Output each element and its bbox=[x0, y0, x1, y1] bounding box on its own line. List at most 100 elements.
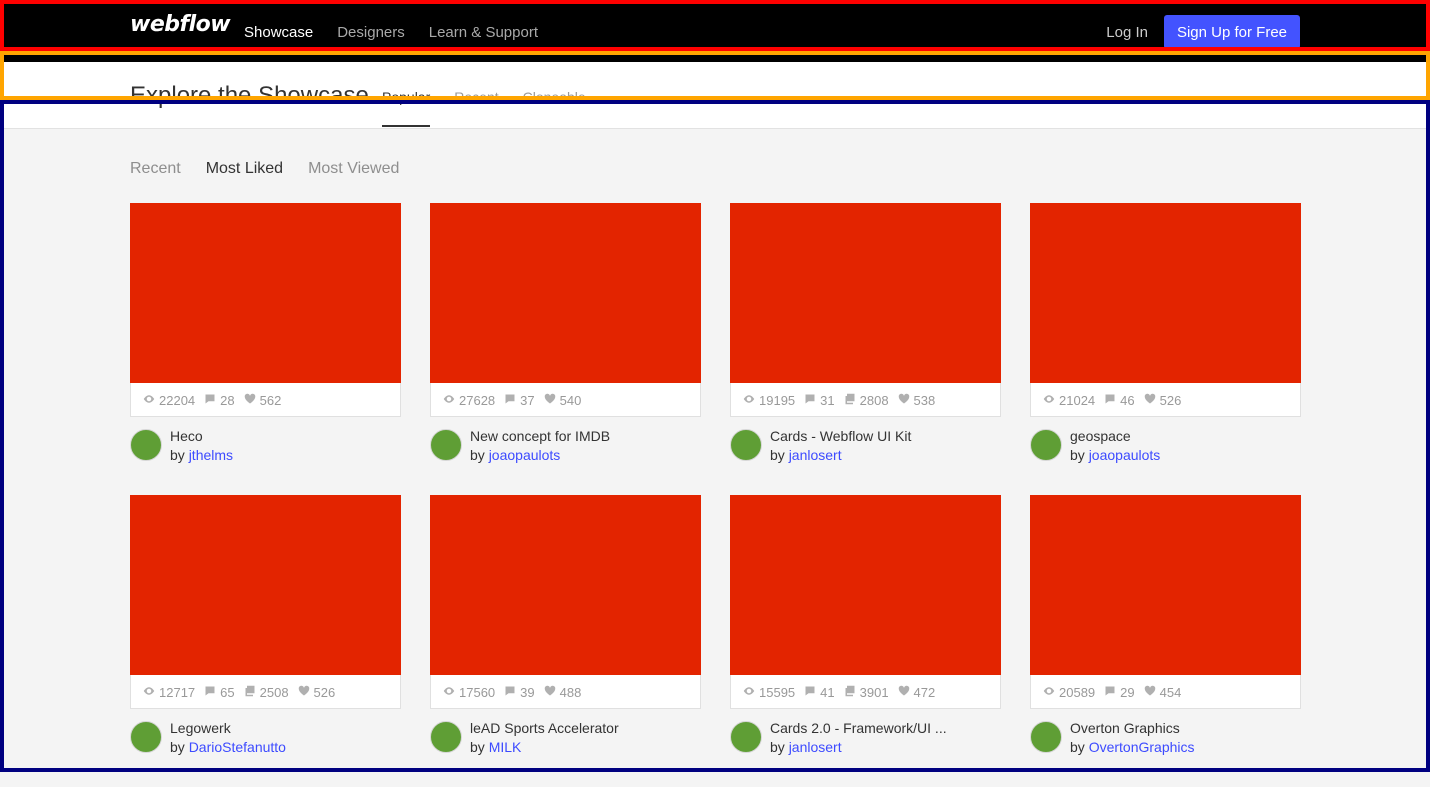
showcase-card[interactable]: 15595 41 3901 472 Cards 2.0 - Framework/UI … bbox=[730, 495, 1001, 787]
tab-recent[interactable]: Recent bbox=[454, 89, 498, 127]
card-preview-image[interactable] bbox=[430, 203, 701, 383]
avatar[interactable] bbox=[1030, 429, 1062, 461]
showcase-card[interactable]: 12717 65 2508 526 Legowerk by DarioStefanut… bbox=[130, 495, 401, 787]
card-author: leAD Sports Accelerator by MILK bbox=[430, 719, 619, 755]
showcase-card[interactable]: 20589 29 454 Overton Graphics by OvertonGr… bbox=[1030, 495, 1301, 787]
comments-stat: 29 bbox=[1104, 685, 1135, 700]
card-title[interactable]: leAD Sports Accelerator bbox=[470, 719, 619, 738]
author-link[interactable]: DarioStefanutto bbox=[189, 739, 286, 755]
nav-links: Showcase Designers Learn & Support bbox=[244, 24, 538, 41]
heart-icon[interactable] bbox=[544, 393, 556, 408]
comments-stat: 28 bbox=[204, 393, 235, 408]
card-author: New concept for IMDB by joaopaulots bbox=[430, 427, 610, 463]
signup-button[interactable]: Sign Up for Free bbox=[1164, 15, 1300, 49]
showcase-card[interactable]: 17560 39 488 leAD Sports Accelerator by MI… bbox=[430, 495, 701, 787]
card-thumbnail[interactable]: 20589 29 454 bbox=[1030, 495, 1301, 709]
comments-stat: 65 bbox=[204, 685, 235, 700]
avatar[interactable] bbox=[430, 429, 462, 461]
card-title[interactable]: New concept for IMDB bbox=[470, 427, 610, 446]
card-thumbnail[interactable]: 22204 28 562 bbox=[130, 203, 401, 417]
clone-icon bbox=[844, 685, 856, 700]
card-preview-image[interactable] bbox=[730, 203, 1001, 383]
author-link[interactable]: OvertonGraphics bbox=[1089, 739, 1195, 755]
filter-recent[interactable]: Recent bbox=[130, 160, 181, 178]
nav-learn-support[interactable]: Learn & Support bbox=[429, 24, 538, 41]
filter-most-viewed[interactable]: Most Viewed bbox=[308, 160, 399, 178]
heart-icon[interactable] bbox=[244, 393, 256, 408]
avatar[interactable] bbox=[430, 721, 462, 753]
card-preview-image[interactable] bbox=[730, 495, 1001, 675]
avatar[interactable] bbox=[130, 429, 162, 461]
comments-stat: 41 bbox=[804, 685, 835, 700]
card-preview-image[interactable] bbox=[130, 495, 401, 675]
heart-icon[interactable] bbox=[898, 685, 910, 700]
by-label: by bbox=[770, 739, 785, 755]
likes-stat: 526 bbox=[298, 685, 335, 700]
heart-icon[interactable] bbox=[1144, 685, 1156, 700]
card-thumbnail[interactable]: 12717 65 2508 526 bbox=[130, 495, 401, 709]
showcase-grid: 22204 28 562 Heco by jthelms 27628 37 540 Ne… bbox=[130, 203, 1301, 787]
by-label: by bbox=[170, 739, 185, 755]
card-stats: 17560 39 488 bbox=[443, 685, 581, 700]
card-title[interactable]: Legowerk bbox=[170, 719, 286, 738]
author-link[interactable]: janlosert bbox=[789, 739, 842, 755]
card-preview-image[interactable] bbox=[1030, 495, 1301, 675]
author-link[interactable]: joaopaulots bbox=[1089, 447, 1161, 463]
card-preview-image[interactable] bbox=[1030, 203, 1301, 383]
avatar[interactable] bbox=[730, 429, 762, 461]
avatar[interactable] bbox=[730, 721, 762, 753]
showcase-card[interactable]: 19195 31 2808 538 Cards - Webflow UI Kit by… bbox=[730, 203, 1001, 495]
nav-showcase[interactable]: Showcase bbox=[244, 24, 313, 41]
login-link[interactable]: Log In bbox=[1106, 24, 1148, 41]
showcase-card[interactable]: 21024 46 526 geospace by joaopaulots bbox=[1030, 203, 1301, 495]
clones-stat: 2808 bbox=[844, 393, 889, 408]
card-thumbnail[interactable]: 15595 41 3901 472 bbox=[730, 495, 1001, 709]
views-stat: 27628 bbox=[443, 393, 495, 408]
showcase-card[interactable]: 22204 28 562 Heco by jthelms bbox=[130, 203, 401, 495]
views-stat: 12717 bbox=[143, 685, 195, 700]
tab-popular[interactable]: Popular bbox=[382, 89, 431, 127]
card-title[interactable]: Heco bbox=[170, 427, 233, 446]
likes-stat: 472 bbox=[898, 685, 935, 700]
comments-stat: 46 bbox=[1104, 393, 1135, 408]
card-preview-image[interactable] bbox=[130, 203, 401, 383]
likes-stat: 562 bbox=[244, 393, 281, 408]
comments-stat: 31 bbox=[804, 393, 835, 408]
card-stats: 22204 28 562 bbox=[143, 393, 281, 408]
card-thumbnail[interactable]: 19195 31 2808 538 bbox=[730, 203, 1001, 417]
card-thumbnail[interactable]: 17560 39 488 bbox=[430, 495, 701, 709]
card-title[interactable]: Cards 2.0 - Framework/UI ... bbox=[770, 719, 947, 738]
likes-stat: 540 bbox=[544, 393, 581, 408]
card-preview-image[interactable] bbox=[430, 495, 701, 675]
heart-icon[interactable] bbox=[898, 393, 910, 408]
card-stats: 21024 46 526 bbox=[1043, 393, 1181, 408]
author-link[interactable]: MILK bbox=[489, 739, 522, 755]
card-stats: 27628 37 540 bbox=[443, 393, 581, 408]
webflow-logo[interactable]: webflow bbox=[130, 12, 231, 37]
filter-most-liked[interactable]: Most Liked bbox=[206, 160, 283, 178]
author-link[interactable]: janlosert bbox=[789, 447, 842, 463]
tab-cloneable[interactable]: Cloneable bbox=[523, 89, 586, 127]
card-thumbnail[interactable]: 21024 46 526 bbox=[1030, 203, 1301, 417]
heart-icon[interactable] bbox=[1144, 393, 1156, 408]
card-title[interactable]: Cards - Webflow UI Kit bbox=[770, 427, 911, 446]
views-stat: 21024 bbox=[1043, 393, 1095, 408]
eye-icon bbox=[1043, 393, 1055, 408]
comment-icon bbox=[204, 685, 216, 700]
showcase-card[interactable]: 27628 37 540 New concept for IMDB by joaop… bbox=[430, 203, 701, 495]
card-title[interactable]: Overton Graphics bbox=[1070, 719, 1195, 738]
heart-icon[interactable] bbox=[298, 685, 310, 700]
author-link[interactable]: joaopaulots bbox=[489, 447, 561, 463]
nav-designers[interactable]: Designers bbox=[337, 24, 405, 41]
card-author: Cards - Webflow UI Kit by janlosert bbox=[730, 427, 911, 463]
heart-icon[interactable] bbox=[544, 685, 556, 700]
card-author: Legowerk by DarioStefanutto bbox=[130, 719, 286, 755]
card-author: Overton Graphics by OvertonGraphics bbox=[1030, 719, 1195, 755]
eye-icon bbox=[443, 393, 455, 408]
card-thumbnail[interactable]: 27628 37 540 bbox=[430, 203, 701, 417]
eye-icon bbox=[743, 685, 755, 700]
author-link[interactable]: jthelms bbox=[189, 447, 233, 463]
avatar[interactable] bbox=[1030, 721, 1062, 753]
card-title[interactable]: geospace bbox=[1070, 427, 1160, 446]
avatar[interactable] bbox=[130, 721, 162, 753]
